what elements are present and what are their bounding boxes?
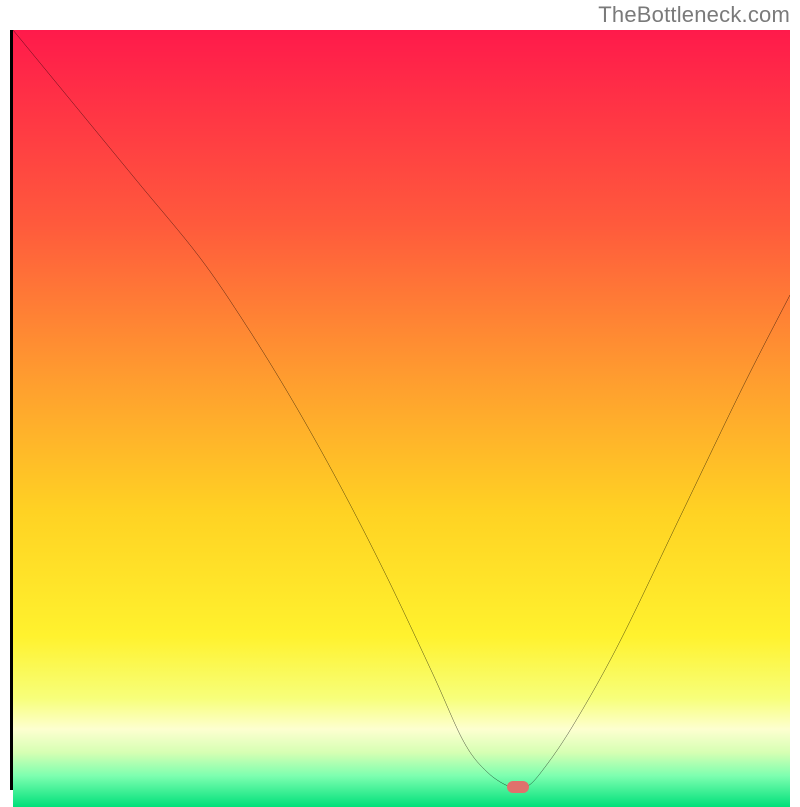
chart-frame: TheBottleneck.com (0, 0, 800, 800)
plot-area (10, 30, 790, 790)
watermark-text: TheBottleneck.com (598, 2, 790, 28)
optimal-marker (507, 781, 529, 793)
bottleneck-curve (13, 30, 790, 787)
